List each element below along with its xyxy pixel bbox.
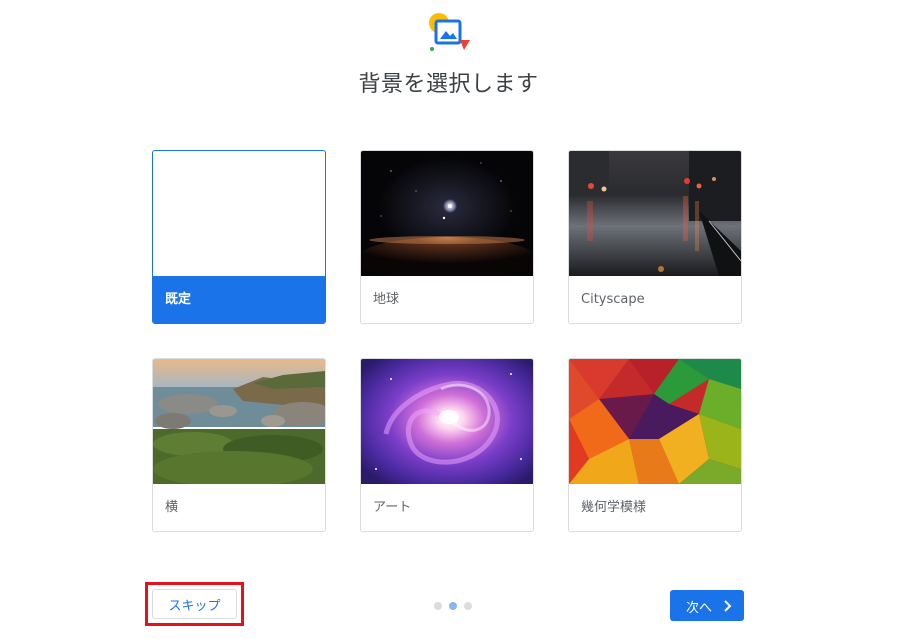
background-card-label: Cityscape — [581, 292, 645, 307]
earth-horizon-image — [361, 151, 533, 276]
background-card-geometric[interactable]: 幾何学模様 — [568, 358, 742, 532]
background-card-label: 横 — [165, 500, 179, 515]
pagination-dot — [434, 602, 442, 610]
chevron-right-icon — [722, 599, 734, 613]
rainy-street-image — [569, 151, 741, 276]
background-card-art[interactable]: アート — [360, 358, 534, 532]
next-button[interactable]: 次へ — [670, 590, 744, 621]
background-grid: 既定 地球 Cityscape 横 アート 幾何学模様 — [152, 150, 744, 534]
background-card-default[interactable]: 既定 — [152, 150, 326, 324]
background-card-label: 幾何学模様 — [581, 500, 647, 515]
pagination-dots — [432, 601, 476, 611]
rocky-coast-image — [153, 359, 325, 484]
page-title: 背景を選択します — [358, 72, 539, 97]
background-card-label: 地球 — [373, 292, 400, 307]
background-card-earth[interactable]: 地球 — [360, 150, 534, 324]
pagination-dot — [464, 602, 472, 610]
blank-thumbnail — [153, 151, 325, 276]
pagination-dot-active — [449, 602, 457, 610]
background-card-label: アート — [373, 500, 412, 515]
wallpaper-icon — [424, 12, 472, 54]
background-card-label: 既定 — [153, 276, 325, 323]
background-card-landscape[interactable]: 横 — [152, 358, 326, 532]
polygon-pattern-image — [569, 359, 741, 484]
next-button-label: 次へ — [686, 601, 713, 616]
skip-button[interactable]: スキップ — [152, 589, 237, 619]
background-card-cityscape[interactable]: Cityscape — [568, 150, 742, 324]
purple-galaxy-image — [361, 359, 533, 484]
